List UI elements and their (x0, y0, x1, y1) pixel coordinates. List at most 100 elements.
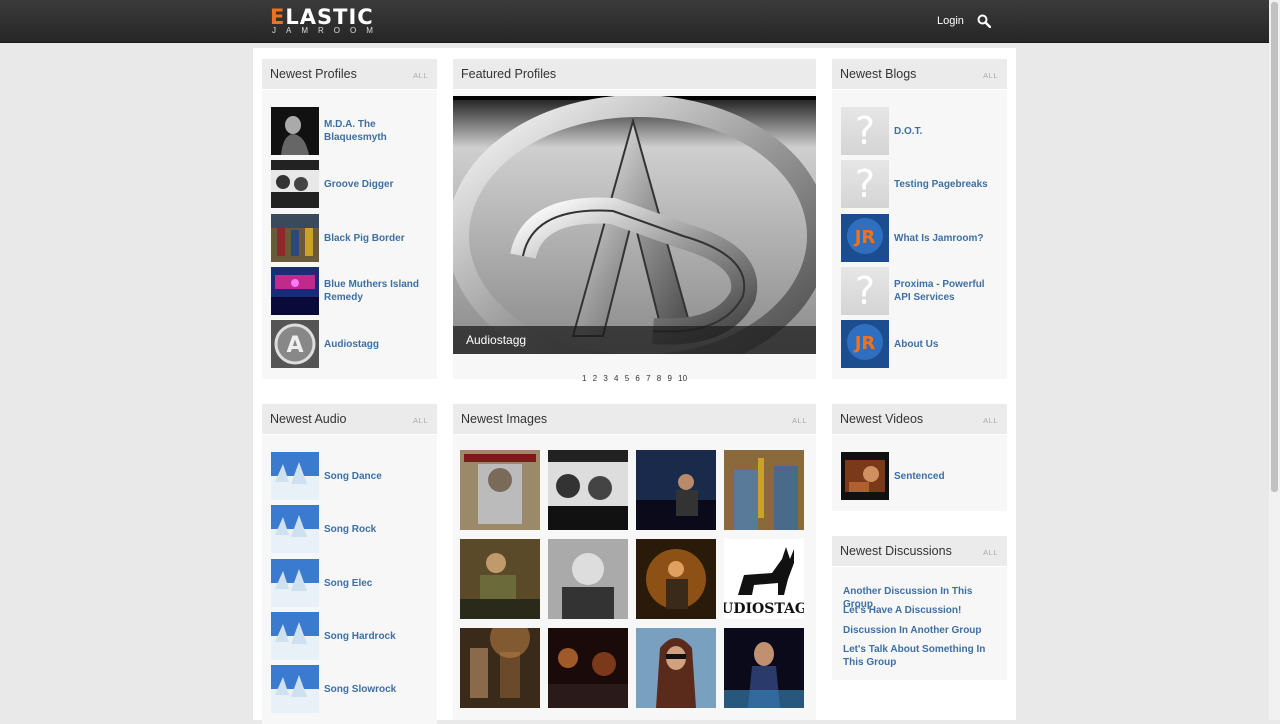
list-item[interactable]: M.D.A. The Blaquesmyth (271, 107, 431, 157)
item-link[interactable]: Song Slowrock (324, 683, 429, 696)
video-thumbnail[interactable] (841, 452, 889, 500)
pager-page[interactable]: 2 (593, 374, 597, 383)
discussion-link[interactable]: Discussion In Another Group (843, 624, 1003, 637)
jamroom-logo-icon[interactable]: JR (841, 320, 889, 368)
view-all-link[interactable]: ALL (413, 71, 428, 80)
panel-title: Newest Audio (270, 412, 347, 426)
search-icon[interactable] (977, 14, 991, 28)
pager-page[interactable]: 5 (625, 374, 629, 383)
list-item[interactable]: Song Hardrock (271, 612, 431, 662)
newest-images-panel: Newest Images ALL UDIOSTAG (453, 404, 816, 720)
placeholder-image-icon[interactable]: ? (841, 267, 889, 315)
list-item[interactable]: Groove Digger (271, 160, 431, 210)
pager-page[interactable]: 1 (582, 374, 586, 383)
audio-cover-thumbnail[interactable] (271, 452, 319, 500)
pager-page[interactable]: 9 (667, 374, 671, 383)
audio-cover-thumbnail[interactable] (271, 559, 319, 607)
profile-thumbnail[interactable]: A (271, 320, 319, 368)
item-link[interactable]: About Us (894, 338, 999, 351)
slide-caption[interactable]: Audiostagg (466, 333, 526, 347)
pager-page[interactable]: 6 (635, 374, 639, 383)
list-item[interactable]: Sentenced (841, 452, 1001, 502)
site-logo[interactable]: ELASTIC JAMROOM (270, 7, 398, 37)
item-link[interactable]: D.O.T. (894, 125, 999, 138)
panel-title: Newest Profiles (270, 67, 357, 81)
item-link[interactable]: Testing Pagebreaks (894, 178, 999, 191)
page-container: Newest Profiles ALL M.D.A. The Blaquesmy… (253, 48, 1016, 724)
list-item[interactable]: ? Proxima - Powerful API Services (841, 267, 1001, 317)
item-link[interactable]: Song Rock (324, 523, 429, 536)
image-thumbnail[interactable] (636, 539, 716, 619)
logo-wordmark: ELASTIC (270, 5, 374, 29)
view-all-link[interactable]: ALL (983, 416, 998, 425)
profile-thumbnail[interactable] (271, 214, 319, 262)
image-thumbnail[interactable] (460, 450, 540, 530)
newest-images-header: Newest Images ALL (453, 404, 816, 435)
profile-thumbnail[interactable] (271, 107, 319, 155)
item-link[interactable]: Groove Digger (324, 178, 429, 191)
list-item[interactable]: ? D.O.T. (841, 107, 1001, 157)
list-item[interactable]: JR About Us (841, 320, 1001, 370)
pager-page[interactable]: 4 (614, 374, 618, 383)
page-scrollbar[interactable] (1269, 0, 1280, 720)
image-thumbnail[interactable] (460, 628, 540, 708)
view-all-link[interactable]: ALL (983, 548, 998, 557)
item-link[interactable]: Song Dance (324, 470, 429, 483)
list-item[interactable]: Song Slowrock (271, 665, 431, 715)
view-all-link[interactable]: ALL (792, 416, 807, 425)
view-all-link[interactable]: ALL (413, 416, 428, 425)
jamroom-logo-icon[interactable]: JR (841, 214, 889, 262)
image-thumbnail[interactable] (724, 450, 804, 530)
pager-page[interactable]: 8 (657, 374, 661, 383)
image-thumbnail[interactable] (548, 450, 628, 530)
profile-thumbnail[interactable] (271, 160, 319, 208)
item-link[interactable]: Sentenced (894, 470, 999, 483)
item-link[interactable]: Black Pig Border (324, 232, 429, 245)
list-item[interactable]: Song Elec (271, 559, 431, 609)
image-thumbnail[interactable] (724, 628, 804, 708)
scrollbar-thumb[interactable] (1271, 2, 1278, 492)
view-all-link[interactable]: ALL (983, 71, 998, 80)
pager-page[interactable]: 3 (603, 374, 607, 383)
image-thumbnail[interactable] (460, 539, 540, 619)
image-thumbnail[interactable] (548, 539, 628, 619)
item-link[interactable]: Blue Muthers Island Remedy (324, 278, 429, 304)
featured-slide-image[interactable]: Audiostagg (453, 96, 816, 354)
image-thumbnail[interactable] (636, 450, 716, 530)
image-thumbnail[interactable] (636, 628, 716, 708)
newest-blogs-header: Newest Blogs ALL (832, 59, 1007, 90)
panel-title: Newest Images (461, 412, 548, 426)
list-item[interactable]: Blue Muthers Island Remedy (271, 267, 431, 317)
image-thumbnail[interactable] (548, 628, 628, 708)
list-item[interactable]: JR What Is Jamroom? (841, 214, 1001, 264)
item-link[interactable]: What Is Jamroom? (894, 232, 999, 245)
login-link[interactable]: Login (937, 15, 964, 27)
list-item[interactable]: Song Dance (271, 452, 431, 502)
featured-profiles-header: Featured Profiles (453, 59, 816, 90)
panel-title: Newest Discussions (840, 544, 952, 558)
list-item[interactable]: Song Rock (271, 505, 431, 555)
audio-cover-thumbnail[interactable] (271, 505, 319, 553)
image-thumbnail[interactable]: UDIOSTAG (724, 539, 804, 619)
discussion-link[interactable]: Let's Have A Discussion! (843, 604, 1003, 617)
item-link[interactable]: M.D.A. The Blaquesmyth (324, 118, 429, 144)
discussion-link[interactable]: Let's Talk About Something In This Group (843, 643, 1003, 669)
audio-cover-thumbnail[interactable] (271, 612, 319, 660)
list-item[interactable]: ? Testing Pagebreaks (841, 160, 1001, 210)
svg-text:JR: JR (853, 333, 876, 354)
pager-page[interactable]: 7 (646, 374, 650, 383)
profile-thumbnail[interactable] (271, 267, 319, 315)
item-link[interactable]: Proxima - Powerful API Services (894, 278, 999, 304)
panel-title: Newest Videos (840, 412, 924, 426)
pager-page[interactable]: 10 (678, 374, 687, 383)
item-link[interactable]: Audiostagg (324, 338, 429, 351)
svg-text:UDIOSTAG: UDIOSTAG (724, 601, 804, 617)
slide-pager: 1 2 3 4 5 6 7 8 9 10 (453, 374, 816, 383)
audio-cover-thumbnail[interactable] (271, 665, 319, 713)
placeholder-image-icon[interactable]: ? (841, 160, 889, 208)
list-item[interactable]: A Audiostagg (271, 320, 431, 370)
list-item[interactable]: Black Pig Border (271, 214, 431, 264)
item-link[interactable]: Song Hardrock (324, 630, 429, 643)
placeholder-image-icon[interactable]: ? (841, 107, 889, 155)
item-link[interactable]: Song Elec (324, 577, 429, 590)
